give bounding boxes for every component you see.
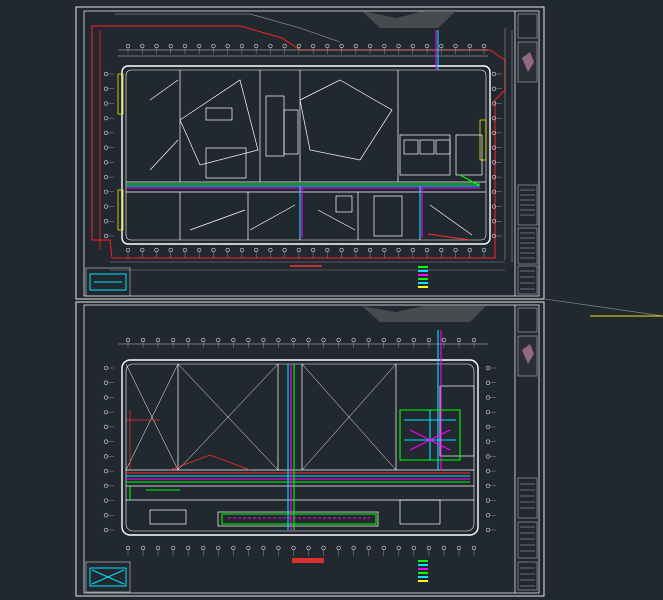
cad-drawing-canvas[interactable] <box>0 0 663 600</box>
model-space-background <box>0 0 663 600</box>
drawing-title-bar-lower <box>292 558 324 563</box>
